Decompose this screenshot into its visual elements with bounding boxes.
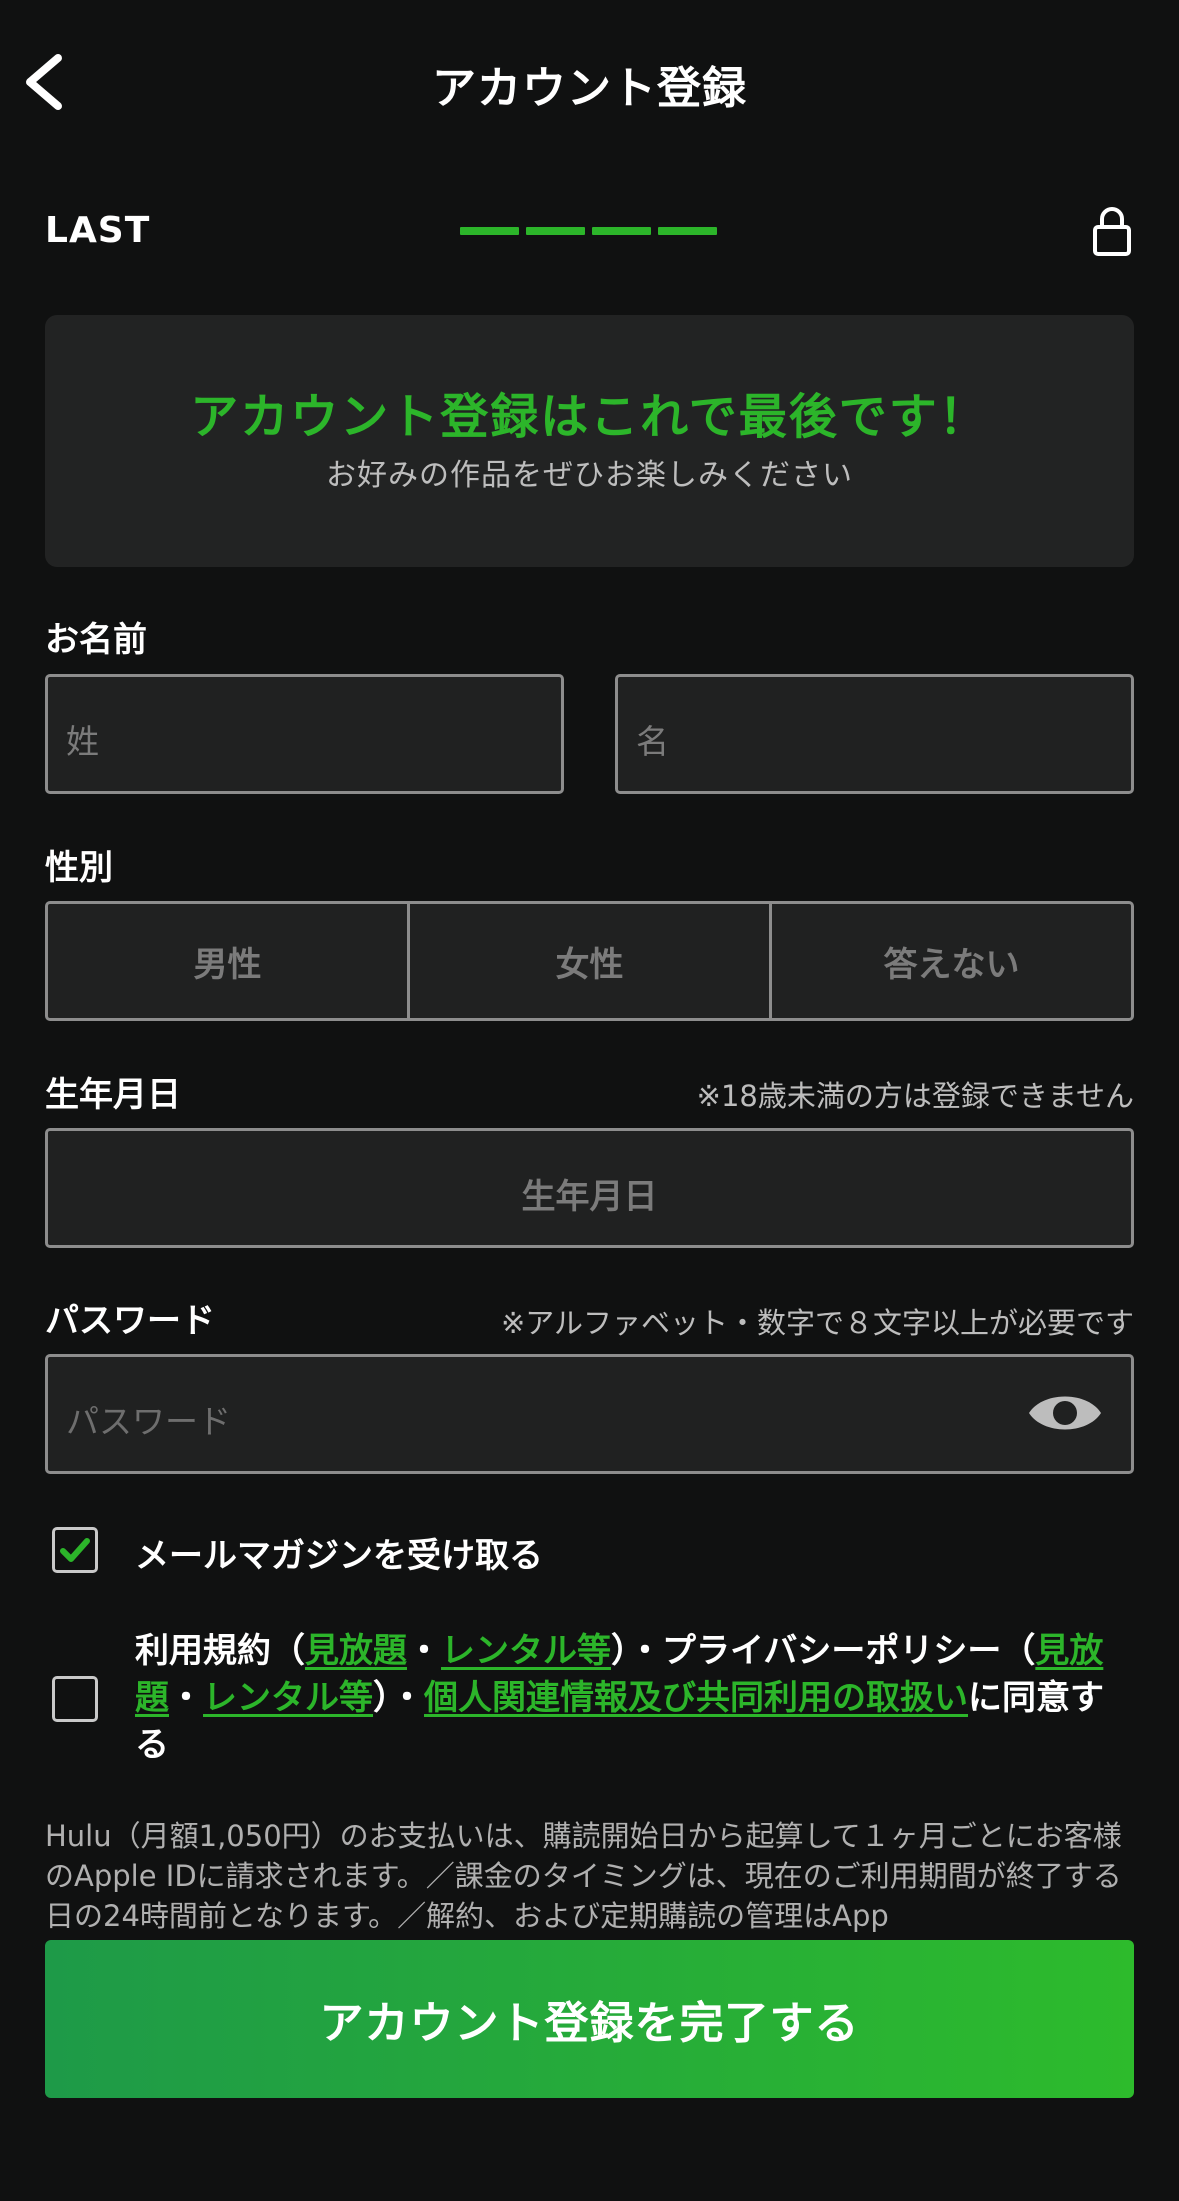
last-name-input[interactable]: 姓 (45, 674, 564, 794)
password-note: ※アルファベット・数字で８文字以上が必要です (500, 1306, 1134, 1340)
checkmark-icon (60, 1538, 90, 1562)
eye-icon[interactable] (1027, 1387, 1103, 1439)
gender-selector: 男性 女性 答えない (45, 901, 1134, 1021)
birthdate-label: 生年月日 (45, 1075, 181, 1115)
gender-label: 性別 (45, 848, 113, 888)
terms-link-unlimited[interactable]: 見放題 (305, 1631, 407, 1671)
terms-text: 利用規約（ (135, 1631, 305, 1671)
banner-subtitle: お好みの作品をぜひお楽しみください (326, 458, 853, 493)
progress-segment (592, 227, 651, 235)
terms-sep: ・ (407, 1631, 441, 1671)
complete-registration-button[interactable]: アカウント登録を完了する (45, 1940, 1134, 2098)
gender-option-no-answer[interactable]: 答えない (769, 904, 1131, 1018)
page-title: アカウント登録 (432, 63, 747, 114)
newsletter-label: メールマガジンを受け取る (135, 1536, 543, 1576)
progress-bar (460, 227, 717, 235)
terms-checkbox[interactable] (52, 1676, 98, 1722)
lock-icon (1092, 205, 1132, 257)
birthdate-placeholder: 生年月日 (521, 1177, 658, 1217)
terms-text: ）・プライバシーポリシー（ (611, 1631, 1036, 1671)
birthdate-input[interactable]: 生年月日 (45, 1128, 1134, 1248)
password-input[interactable]: パスワード (45, 1354, 1134, 1474)
privacy-link-rental[interactable]: レンタル等 (203, 1678, 373, 1718)
terms-agreement-text: 利用規約（見放題・レンタル等）・プライバシーポリシー（見放題・レンタル等）・個人… (135, 1628, 1135, 1769)
password-placeholder: パスワード (66, 1402, 231, 1441)
terms-link-rental[interactable]: レンタル等 (441, 1631, 611, 1671)
terms-sep: ・ (169, 1678, 203, 1718)
last-name-placeholder: 姓 (66, 722, 99, 761)
terms-text: ）・ (373, 1678, 424, 1718)
first-name-placeholder: 名 (636, 722, 669, 761)
banner-title: アカウント登録はこれで最後です！ (190, 389, 989, 445)
first-name-input[interactable]: 名 (615, 674, 1134, 794)
name-label: お名前 (45, 620, 147, 660)
step-label: LAST (45, 210, 151, 251)
birthdate-note: ※18歳未満の方は登録できません (696, 1079, 1134, 1113)
gender-option-male[interactable]: 男性 (48, 904, 407, 1018)
progress-segment (460, 227, 519, 235)
personal-info-link[interactable]: 個人関連情報及び共同利用の取扱い (424, 1678, 968, 1718)
gender-option-female[interactable]: 女性 (407, 904, 769, 1018)
info-banner: アカウント登録はこれで最後です！ お好みの作品をぜひお楽しみください (45, 315, 1134, 567)
progress-segment (658, 227, 717, 235)
password-label: パスワード (45, 1301, 215, 1341)
billing-disclaimer: Hulu（月額1,050円）のお支払いは、購読開始日から起算して１ヶ月ごとにお客… (45, 1819, 1122, 1933)
progress-segment (526, 227, 585, 235)
newsletter-checkbox[interactable] (52, 1527, 98, 1573)
